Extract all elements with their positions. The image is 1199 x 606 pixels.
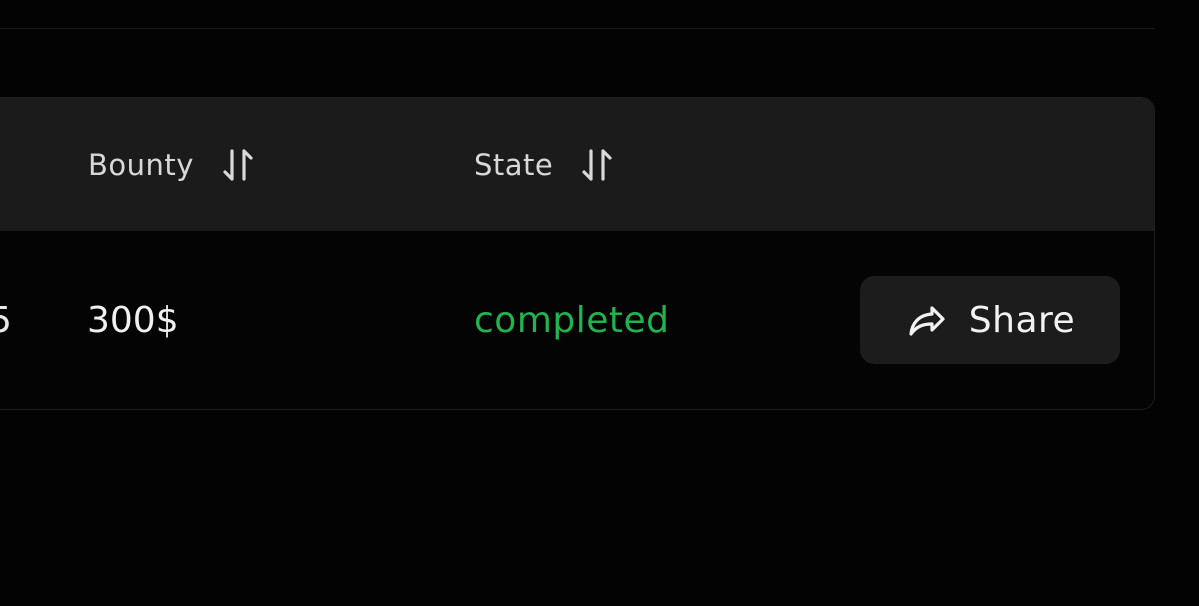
share-arrow-icon <box>909 306 945 336</box>
column-header-state[interactable]: State <box>474 98 615 231</box>
sort-arrows-icon[interactable] <box>579 145 615 185</box>
state-value: completed <box>474 299 670 341</box>
bounty-table: Bounty State 5 300$ completed <box>0 97 1155 410</box>
table-row: 5 300$ completed Share <box>0 231 1154 409</box>
column-header-bounty[interactable]: Bounty <box>88 98 256 231</box>
column-header-label: Bounty <box>88 147 194 182</box>
table-header: Bounty State <box>0 98 1154 231</box>
share-button-label: Share <box>968 299 1076 341</box>
column-header-label: State <box>474 147 554 182</box>
bounty-value: 300$ <box>87 299 179 341</box>
sort-arrows-icon[interactable] <box>220 145 256 185</box>
previous-column-value: 5 <box>0 231 12 409</box>
share-button[interactable]: Share <box>860 276 1120 364</box>
top-divider <box>0 28 1155 29</box>
